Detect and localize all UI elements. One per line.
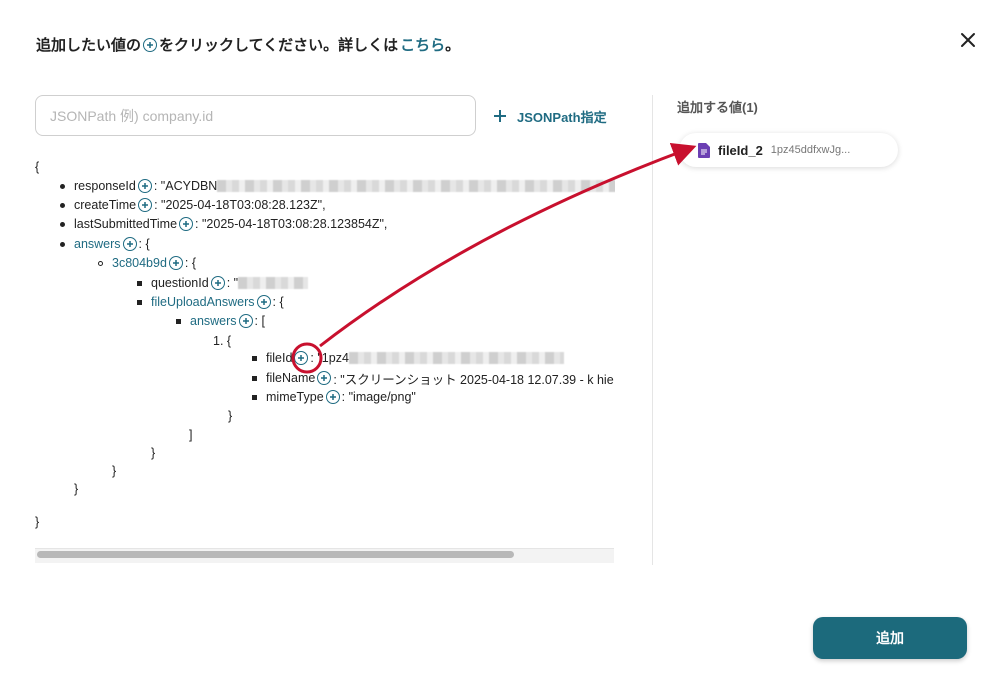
add-circle-icon[interactable] xyxy=(138,198,153,212)
selected-value-chip[interactable]: fileId_2 1pz45ddfxwJg... xyxy=(679,133,898,167)
tree-row-responseId: responseId : "ACYDBN xyxy=(60,177,615,195)
value-label: : { xyxy=(138,237,150,251)
bullet xyxy=(252,375,257,381)
add-circle-icon[interactable] xyxy=(317,371,332,385)
tree-row-answer-id: 3c804b9d : { xyxy=(98,254,196,272)
bullet xyxy=(252,355,257,361)
tree-row-mimeType: mimeType : "image/png" xyxy=(252,388,416,406)
bullet xyxy=(60,202,65,208)
chip-name: fileId_2 xyxy=(718,142,763,158)
document-icon xyxy=(698,142,710,158)
close-brace: } xyxy=(35,515,40,529)
value-label: : { xyxy=(272,295,284,309)
fileid-add-circle-icon[interactable] xyxy=(294,351,309,365)
value-label: : "2025-04-18T03:08:28.123Z", xyxy=(154,198,326,212)
instruction-text-end: 。 xyxy=(445,37,461,54)
close-brace: } xyxy=(228,409,233,423)
chip-value: 1pz45ddfxwJg... xyxy=(770,144,851,156)
tree-row-answers-inner: answers : [ xyxy=(176,312,265,330)
value-label: : "ACYDBN xyxy=(153,179,218,193)
key-label: fileId xyxy=(266,351,293,365)
plus-icon xyxy=(494,110,506,122)
jsonpath-specify-label: JSONPath指定 xyxy=(517,109,607,125)
value-label: : "2025-04-18T03:08:28.123854Z", xyxy=(195,217,388,231)
key-label: fileName xyxy=(266,371,316,385)
key-link[interactable]: 3c804b9d xyxy=(112,256,167,270)
panel-divider xyxy=(652,95,653,565)
key-label: lastSubmittedTime xyxy=(74,217,178,231)
bullet xyxy=(60,221,65,227)
bullet xyxy=(60,183,65,189)
key-link[interactable]: answers xyxy=(74,237,121,251)
tree-row-answers: answers : { xyxy=(60,235,150,253)
json-tree: { responseId : "ACYDBN createTime : "202… xyxy=(35,158,615,546)
bullet xyxy=(137,280,142,286)
tree-row-createTime: createTime : "2025-04-18T03:08:28.123Z", xyxy=(60,196,326,214)
scrollbar-thumb[interactable] xyxy=(37,551,514,558)
value-label: : "image/png" xyxy=(341,390,416,404)
add-circle-icon xyxy=(143,37,158,52)
add-circle-icon[interactable] xyxy=(210,276,225,290)
selected-values-title: 追加する値(1) xyxy=(677,100,758,115)
help-link[interactable]: こちら xyxy=(400,34,445,55)
tree-row-lastSubmittedTime: lastSubmittedTime : "2025-04-18T03:08:28… xyxy=(60,215,387,233)
bullet xyxy=(60,241,65,247)
key-label: createTime xyxy=(74,198,137,212)
key-link[interactable]: fileUploadAnswers xyxy=(151,295,255,309)
bullet xyxy=(252,394,257,400)
close-button[interactable] xyxy=(956,28,980,52)
tree-row-fileUploadAnswers: fileUploadAnswers : { xyxy=(137,293,284,311)
add-button[interactable]: 追加 xyxy=(813,617,967,659)
open-brace: { xyxy=(35,160,40,174)
bullet xyxy=(176,318,181,324)
jsonpath-search-input[interactable] xyxy=(35,95,476,136)
bullet xyxy=(98,260,103,266)
key-link[interactable]: answers xyxy=(190,314,237,328)
key-label: responseId xyxy=(74,179,136,193)
add-circle-icon[interactable] xyxy=(238,314,253,328)
dialog-instruction: 追加したい値の をクリックしてください。詳しくは こちら 。 xyxy=(36,34,460,55)
redacted-value xyxy=(238,277,309,289)
close-icon xyxy=(961,33,975,47)
value-label: : "スクリーンショット 2025-04-18 12.07.39 - k hie xyxy=(333,372,614,387)
add-circle-icon[interactable] xyxy=(256,295,271,309)
add-circle-icon[interactable] xyxy=(137,179,152,193)
add-circle-icon[interactable] xyxy=(325,390,340,404)
value-label: : [ xyxy=(254,314,265,328)
tree-row-item-index: 1. { xyxy=(213,334,232,348)
add-circle-icon[interactable] xyxy=(168,256,183,270)
value-label: : "1pz4 xyxy=(310,351,349,365)
close-brace: } xyxy=(151,446,156,460)
close-brace: } xyxy=(112,464,117,478)
add-circle-icon[interactable] xyxy=(179,217,194,231)
redacted-value xyxy=(348,352,564,364)
bullet xyxy=(137,299,142,305)
key-label: mimeType xyxy=(266,390,324,404)
instruction-text-before: 追加したい値の xyxy=(36,37,142,54)
key-label: questionId xyxy=(151,276,209,290)
value-label: : " xyxy=(226,276,239,290)
add-circle-icon[interactable] xyxy=(122,237,137,251)
jsonpath-specify-button[interactable]: JSONPath指定 xyxy=(493,104,607,128)
redacted-value xyxy=(217,180,615,192)
tree-row-fileId: fileId : "1pz4 xyxy=(252,349,564,367)
value-label: : { xyxy=(184,256,197,270)
instruction-text-after: をクリックしてください。詳しくは xyxy=(159,37,399,54)
tree-row-fileName: fileName : "スクリーンショット 2025-04-18 12.07.3… xyxy=(252,369,614,387)
close-bracket: ] xyxy=(189,428,193,442)
close-brace: } xyxy=(74,482,79,496)
tree-row-questionId: questionId : " xyxy=(137,274,309,292)
